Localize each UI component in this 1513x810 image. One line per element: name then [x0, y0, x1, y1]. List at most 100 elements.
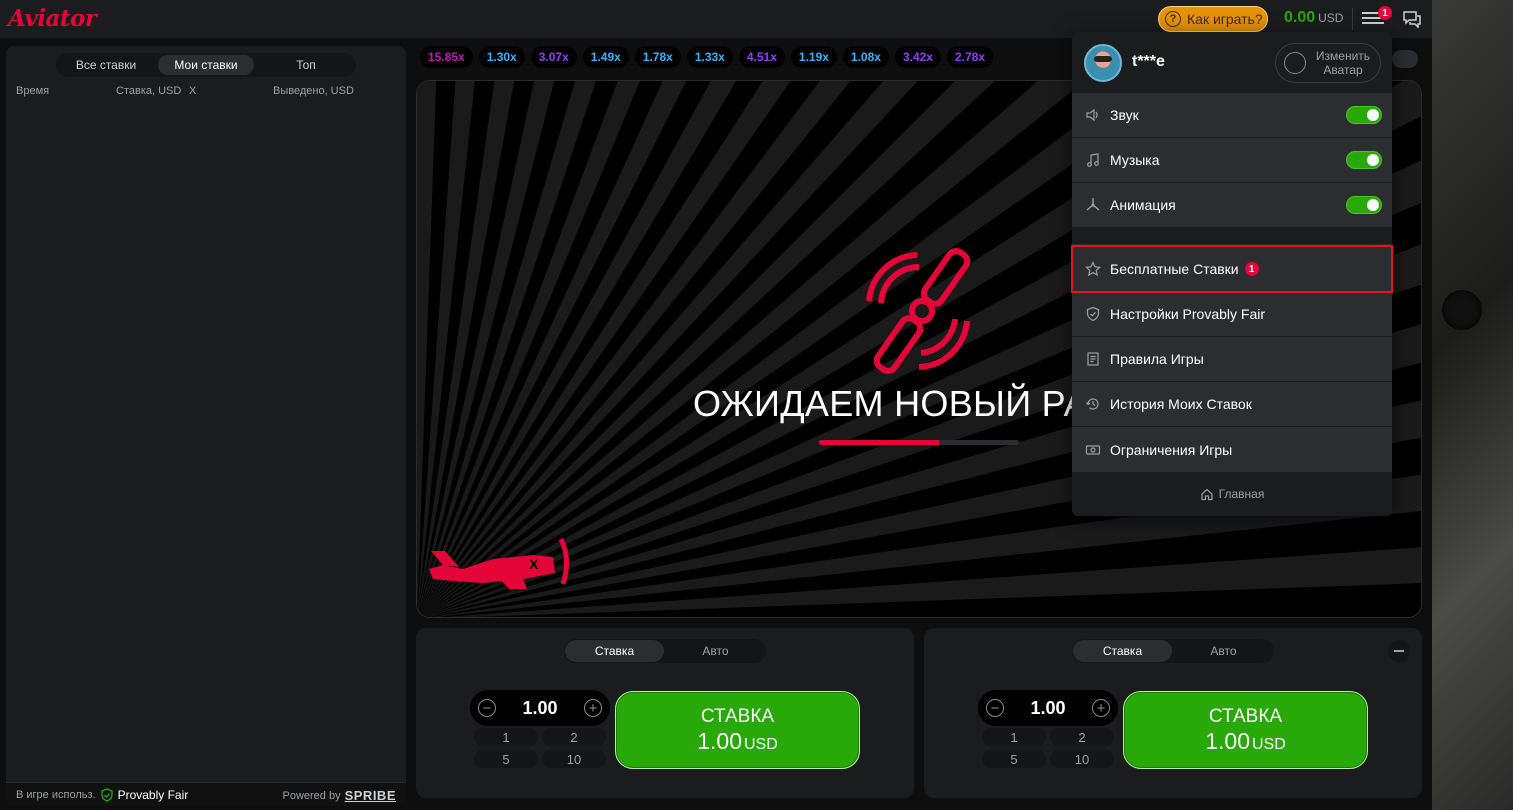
- tab-all-bets[interactable]: Все ставки: [58, 55, 154, 75]
- balance-currency: USD: [1318, 11, 1344, 25]
- col-bet: Ставка, USD: [116, 85, 182, 97]
- menu-section-gap: [1072, 228, 1392, 244]
- bet-amount-value: 1.00: [1205, 727, 1250, 754]
- multiplier-chip[interactable]: 1.78x: [634, 46, 681, 68]
- propeller-icon: [1084, 196, 1102, 214]
- quick-amount-10[interactable]: 10: [542, 750, 606, 768]
- header-divider: [1352, 8, 1353, 30]
- game-rules-label: Правила Игры: [1110, 351, 1204, 367]
- spribe-logo[interactable]: SPRIBE: [345, 788, 396, 803]
- document-icon: [1084, 350, 1102, 368]
- multiplier-chip[interactable]: 3.07x: [530, 46, 577, 68]
- menu-sound-row: Звук: [1072, 93, 1392, 138]
- provably-fair-label: Provably Fair: [117, 788, 189, 802]
- free-bets-highlight: [1071, 245, 1393, 293]
- home-link[interactable]: Главная: [1072, 472, 1392, 516]
- round-progress-bar: [819, 440, 1019, 445]
- profile-header: t***e Изменить Аватар: [1072, 32, 1392, 93]
- bet-button-label: СТАВКА: [700, 705, 775, 727]
- provably-fair-link[interactable]: В игре использ. Provably Fair: [16, 788, 188, 802]
- powered-by-label: Powered by: [282, 789, 341, 802]
- home-label: Главная: [1218, 487, 1265, 501]
- in-game-label: В игре использ.: [16, 789, 96, 801]
- quick-amount-1[interactable]: 1: [982, 728, 1046, 746]
- place-bet-button[interactable]: СТАВКА 1.00 USD: [615, 691, 860, 769]
- person-icon: [1284, 52, 1306, 74]
- menu-game-rules[interactable]: Правила Игры: [1072, 337, 1392, 382]
- bet-mode-toggle: Ставка Авто: [564, 639, 766, 663]
- app-root: Aviator ? Как играть? 0.00 USD 1 Все став…: [0, 0, 1513, 810]
- col-time: Время: [16, 85, 50, 97]
- speaker-icon: [1084, 106, 1102, 124]
- menu-bet-history[interactable]: История Моих Ставок: [1072, 382, 1392, 427]
- bet-amount-currency: USD: [1251, 735, 1286, 753]
- provably-fair-label: Настройки Provably Fair: [1110, 306, 1266, 322]
- change-avatar-button[interactable]: Изменить Аватар: [1275, 43, 1381, 83]
- avatar[interactable]: [1084, 44, 1122, 82]
- username: t***e: [1132, 53, 1165, 70]
- multiplier-chip[interactable]: 1.19x: [790, 46, 837, 68]
- quick-amount-10[interactable]: 10: [1050, 750, 1114, 768]
- quick-amount-1[interactable]: 1: [474, 728, 538, 746]
- shield-check-icon: [1084, 305, 1102, 323]
- menu-animation-row: Анимация: [1072, 183, 1392, 228]
- bet-amount-value: 1.00: [697, 727, 742, 754]
- history-expand-button[interactable]: [1392, 50, 1418, 68]
- stake-amount[interactable]: 1.00: [1030, 698, 1065, 719]
- multiplier-chip[interactable]: 4.51x: [738, 46, 785, 68]
- music-label: Музыка: [1110, 152, 1160, 168]
- quick-amount-2[interactable]: 2: [542, 728, 606, 746]
- bet-panel-1: Ставка Авто − 1.00 + 1 2 5 10 СТАВКА 1.0…: [416, 628, 914, 798]
- balance-amount: 0.00: [1284, 9, 1316, 26]
- stake-amount[interactable]: 1.00: [522, 698, 557, 719]
- quick-amount-5[interactable]: 5: [474, 750, 538, 768]
- tab-auto[interactable]: Авто: [1174, 640, 1273, 662]
- how-to-play-label: Как играть?: [1187, 11, 1263, 27]
- history-icon: [1084, 395, 1102, 413]
- bets-tabs: Все ставки Мои ставки Топ: [56, 53, 356, 77]
- menu-game-limits[interactable]: Ограничения Игры: [1072, 427, 1392, 472]
- bet-mode-toggle: Ставка Авто: [1072, 639, 1274, 663]
- tab-top[interactable]: Топ: [258, 55, 354, 75]
- menu-provably-fair[interactable]: Настройки Provably Fair: [1072, 292, 1392, 337]
- powered-by: Powered by SPRIBE: [283, 788, 397, 803]
- limits-icon: [1084, 441, 1102, 459]
- background-decoration: [1442, 290, 1482, 330]
- menu-music-row: Музыка: [1072, 138, 1392, 183]
- aviator-app: Aviator ? Как играть? 0.00 USD 1 Все став…: [0, 0, 1432, 810]
- tab-auto[interactable]: Авто: [666, 640, 765, 662]
- home-icon: [1201, 488, 1213, 501]
- increase-stake-button[interactable]: +: [1091, 699, 1110, 717]
- col-cashout: Выведено, USD: [273, 85, 354, 97]
- multiplier-chip[interactable]: 1.30x: [478, 46, 525, 68]
- tab-bet[interactable]: Ставка: [565, 640, 664, 662]
- how-to-play-button[interactable]: ? Как играть?: [1158, 6, 1268, 32]
- background-image: [1432, 0, 1513, 810]
- quick-amount-2[interactable]: 2: [1050, 728, 1114, 746]
- multiplier-chip[interactable]: 1.08x: [842, 46, 889, 68]
- bet-history-label: История Моих Ставок: [1110, 396, 1252, 412]
- round-progress-fill: [819, 440, 939, 445]
- multiplier-chip[interactable]: 3.42x: [894, 46, 941, 68]
- sound-toggle[interactable]: [1346, 106, 1382, 124]
- increase-stake-button[interactable]: +: [583, 699, 602, 717]
- multiplier-chip[interactable]: 1.49x: [582, 46, 629, 68]
- col-x: X: [189, 85, 197, 97]
- multiplier-chip[interactable]: 2.78x: [946, 46, 994, 68]
- remove-panel-button[interactable]: [1388, 640, 1410, 662]
- place-bet-button[interactable]: СТАВКА 1.00 USD: [1123, 691, 1368, 769]
- bet-amount-currency: USD: [743, 735, 778, 753]
- multiplier-chip[interactable]: 15.85x: [420, 46, 473, 68]
- multiplier-chip[interactable]: 1.33x: [686, 46, 733, 68]
- decrease-stake-button[interactable]: −: [478, 699, 496, 717]
- question-icon: ?: [1165, 11, 1181, 27]
- bets-panel: Все ставки Мои ставки Топ Время Ставка, …: [6, 46, 406, 806]
- chat-icon[interactable]: [1402, 10, 1422, 28]
- animation-toggle[interactable]: [1346, 196, 1382, 214]
- music-toggle[interactable]: [1346, 151, 1382, 169]
- animation-label: Анимация: [1110, 197, 1176, 213]
- tab-my-bets[interactable]: Мои ставки: [158, 55, 254, 75]
- tab-bet[interactable]: Ставка: [1073, 640, 1172, 662]
- quick-amount-5[interactable]: 5: [982, 750, 1046, 768]
- decrease-stake-button[interactable]: −: [986, 699, 1004, 717]
